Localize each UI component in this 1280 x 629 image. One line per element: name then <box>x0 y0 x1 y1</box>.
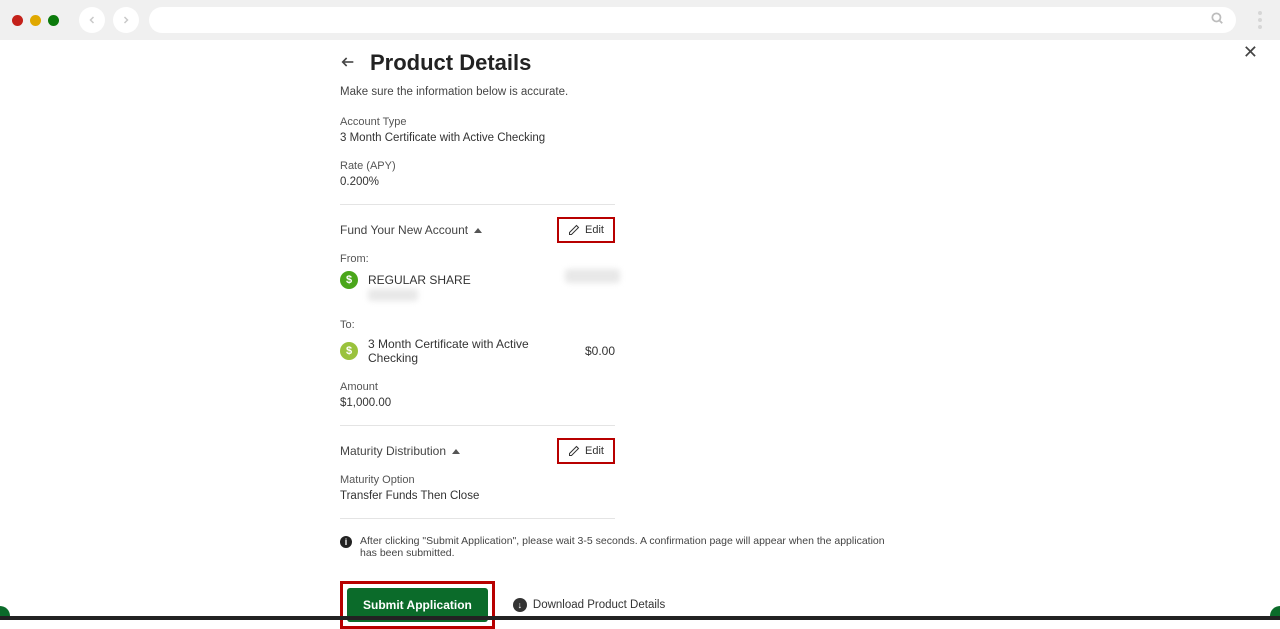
divider <box>340 425 615 426</box>
window-maximize-icon[interactable] <box>48 15 59 26</box>
from-account-row: $ REGULAR SHARE <box>340 271 615 289</box>
divider <box>340 204 615 205</box>
page-title: Product Details <box>370 50 531 76</box>
edit-maturity-highlight: Edit <box>557 438 615 464</box>
nav-back-button[interactable] <box>79 7 105 33</box>
amount-value: $1,000.00 <box>340 397 980 409</box>
edit-maturity-label: Edit <box>585 445 604 457</box>
info-message-text: After clicking "Submit Application", ple… <box>360 535 900 559</box>
download-icon: ↓ <box>513 598 527 612</box>
window-close-icon[interactable] <box>12 15 23 26</box>
close-icon[interactable]: ✕ <box>1243 42 1258 63</box>
browser-menu-icon[interactable] <box>1252 11 1268 29</box>
chevron-up-icon <box>452 449 460 454</box>
redacted-balance <box>565 269 620 283</box>
fund-section-title[interactable]: Fund Your New Account <box>340 223 482 237</box>
submit-highlight: Submit Application <box>340 581 495 629</box>
address-bar[interactable] <box>149 7 1236 33</box>
pencil-icon <box>568 445 580 457</box>
edit-fund-label: Edit <box>585 224 604 236</box>
maturity-option-label: Maturity Option <box>340 474 980 486</box>
edit-fund-button[interactable]: Edit <box>562 221 610 239</box>
redacted-account-number <box>368 289 418 301</box>
info-icon: i <box>340 536 352 548</box>
account-type-label: Account Type <box>340 116 980 128</box>
download-link-label: Download Product Details <box>533 599 665 611</box>
edit-maturity-button[interactable]: Edit <box>562 442 610 460</box>
amount-label: Amount <box>340 381 980 393</box>
from-label: From: <box>340 253 980 265</box>
maturity-title-text: Maturity Distribution <box>340 444 446 458</box>
download-product-details-link[interactable]: ↓ Download Product Details <box>513 598 665 612</box>
divider <box>340 518 615 519</box>
maturity-option-value: Transfer Funds Then Close <box>340 490 980 502</box>
fund-title-text: Fund Your New Account <box>340 223 468 237</box>
pencil-icon <box>568 224 580 236</box>
window-controls <box>12 15 59 26</box>
nav-forward-button[interactable] <box>113 7 139 33</box>
chevron-up-icon <box>474 228 482 233</box>
info-message-row: i After clicking "Submit Application", p… <box>340 535 900 559</box>
back-arrow-icon[interactable] <box>340 54 356 75</box>
maturity-section-title[interactable]: Maturity Distribution <box>340 444 460 458</box>
browser-toolbar <box>0 0 1280 40</box>
dollar-icon: $ <box>340 342 358 360</box>
bottom-border <box>0 616 1280 620</box>
page-subtitle: Make sure the information below is accur… <box>340 86 980 98</box>
window-minimize-icon[interactable] <box>30 15 41 26</box>
rate-label: Rate (APY) <box>340 160 980 172</box>
to-label: To: <box>340 319 980 331</box>
dollar-icon: $ <box>340 271 358 289</box>
account-type-value: 3 Month Certificate with Active Checking <box>340 132 980 144</box>
to-account-balance: $0.00 <box>585 344 615 358</box>
nav-buttons <box>79 7 139 33</box>
to-account-name: 3 Month Certificate with Active Checking <box>368 337 575 365</box>
edit-fund-highlight: Edit <box>557 217 615 243</box>
to-account-row: $ 3 Month Certificate with Active Checki… <box>340 337 615 365</box>
rate-value: 0.200% <box>340 176 980 188</box>
search-icon <box>1210 11 1224 29</box>
